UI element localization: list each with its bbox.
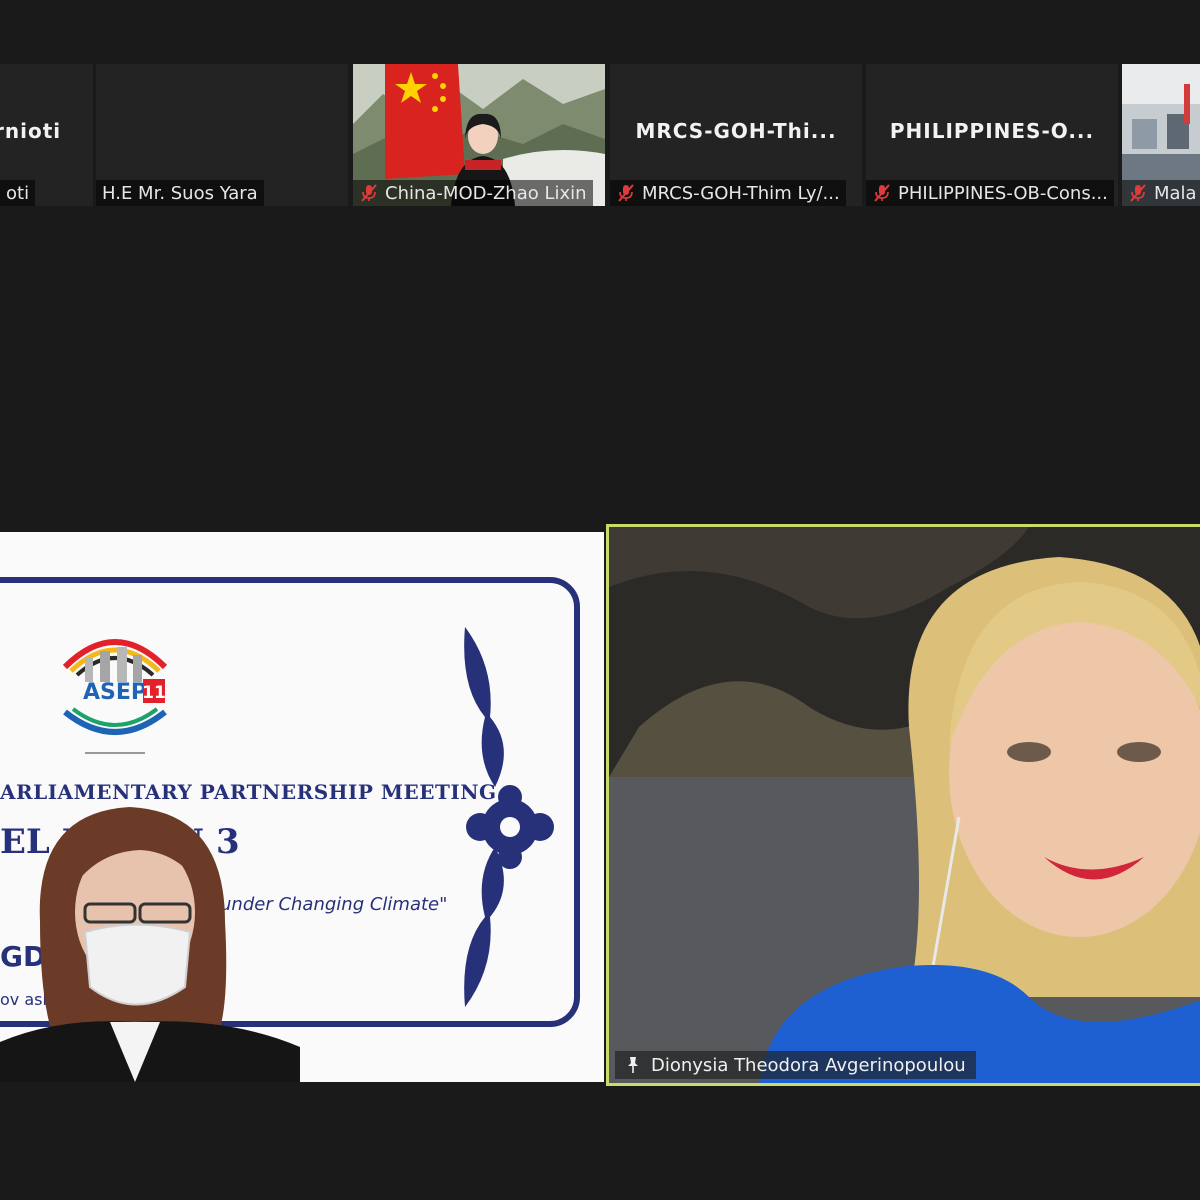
active-speaker-name: Dionysia Theodora Avgerinopoulou bbox=[651, 1054, 966, 1076]
participant-name: Mala bbox=[1154, 182, 1197, 204]
participant-tile[interactable]: H.E Mr. Suos Yara bbox=[96, 64, 348, 206]
participant-name-tag: oti bbox=[0, 180, 36, 206]
pin-icon[interactable] bbox=[625, 1056, 641, 1074]
shared-screen-tile[interactable]: ASEP 11 ARLIAMENTARY PARTNERSHIP MEETING… bbox=[0, 532, 604, 1082]
participant-strip: rnioti oti H.E Mr. Suos Yara China-MOD-Z… bbox=[0, 0, 1200, 206]
participant-tile[interactable]: rnioti oti bbox=[0, 64, 93, 206]
participant-tile-video[interactable]: China-MOD-Zhao Lixin bbox=[353, 64, 605, 206]
muted-mic-icon bbox=[874, 184, 890, 202]
participant-tile[interactable]: PHILIPPINES-O... PHILIPPINES-OB-Cons... bbox=[866, 64, 1118, 206]
muted-mic-icon bbox=[618, 184, 634, 202]
participant-name: PHILIPPINES-OB-Cons... bbox=[898, 182, 1108, 204]
participant-name-tag: China-MOD-Zhao Lixin bbox=[353, 180, 593, 206]
participant-name: MRCS-GOH-Thim Ly/... bbox=[642, 182, 840, 204]
svg-text:11: 11 bbox=[142, 683, 166, 703]
participant-name-tag: H.E Mr. Suos Yara bbox=[96, 180, 264, 206]
participant-display-name: MRCS-GOH-Thi... bbox=[635, 119, 837, 143]
participant-name-tag: PHILIPPINES-OB-Cons... bbox=[866, 180, 1114, 206]
active-speaker-tile[interactable]: Dionysia Theodora Avgerinopoulou bbox=[606, 524, 1200, 1086]
asep-logo: ASEP 11 bbox=[62, 639, 168, 754]
muted-mic-icon bbox=[1130, 184, 1146, 202]
participant-video bbox=[609, 527, 1200, 1083]
participant-tile-video[interactable]: Mala bbox=[1122, 64, 1200, 206]
participant-display-name: rnioti bbox=[0, 119, 62, 143]
participant-name: China-MOD-Zhao Lixin bbox=[385, 182, 587, 204]
ornament-decoration bbox=[464, 627, 554, 1007]
participant-name: H.E Mr. Suos Yara bbox=[102, 182, 258, 204]
participant-tile[interactable]: MRCS-GOH-Thi... MRCS-GOH-Thim Ly/... bbox=[610, 64, 862, 206]
participant-video bbox=[0, 807, 300, 1082]
svg-text:ASEP: ASEP bbox=[83, 680, 147, 705]
participant-name: oti bbox=[6, 182, 30, 204]
participant-display-name: PHILIPPINES-O... bbox=[889, 119, 1095, 143]
participant-name-tag: MRCS-GOH-Thim Ly/... bbox=[610, 180, 846, 206]
participant-name-tag: Mala bbox=[1122, 180, 1200, 206]
active-speaker-name-tag: Dionysia Theodora Avgerinopoulou bbox=[615, 1051, 976, 1079]
muted-mic-icon bbox=[361, 184, 377, 202]
